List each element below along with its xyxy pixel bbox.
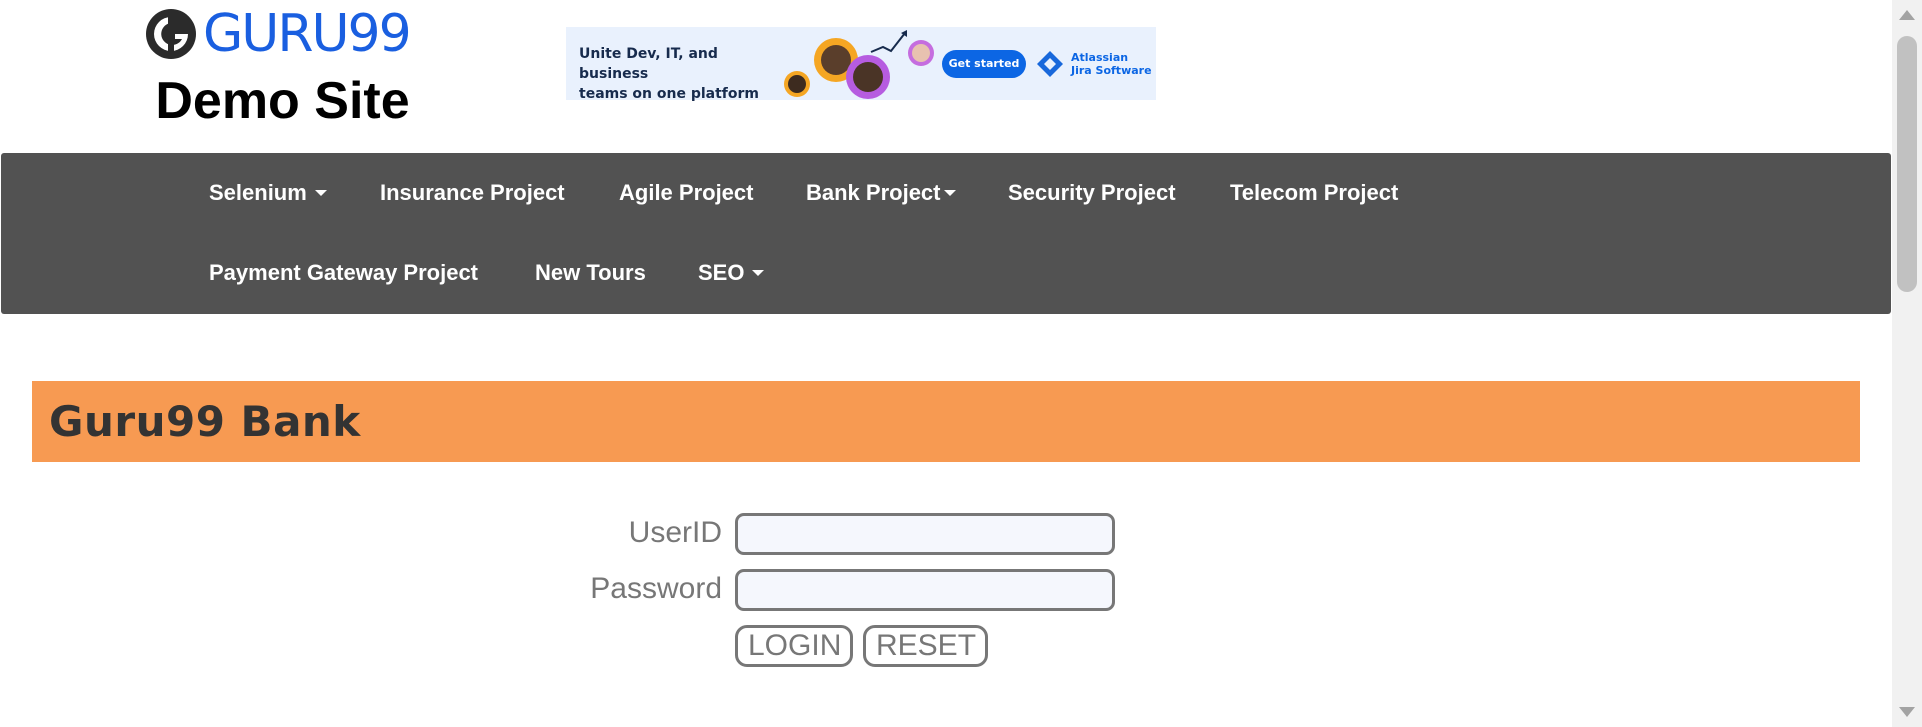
ad-brand-line-1: Atlassian <box>1071 51 1129 64</box>
ad-banner-people-illustration <box>784 30 934 99</box>
nav-item-label: Selenium <box>209 180 307 205</box>
userid-label: UserID <box>628 516 722 549</box>
nav-item-label: Insurance Project <box>380 180 565 205</box>
guru99-logo-icon <box>146 9 196 59</box>
reset-button[interactable]: RESET <box>863 625 988 667</box>
nav-item-payment-gateway-project[interactable]: Payment Gateway Project <box>209 260 478 286</box>
site-logo[interactable]: GURU99 Demo Site <box>145 6 420 129</box>
jira-diamond-icon <box>1037 51 1063 77</box>
ad-get-started-button[interactable]: Get started <box>942 50 1026 78</box>
nav-item-label: Agile Project <box>619 180 754 205</box>
logo-subtitle: Demo Site <box>155 72 410 130</box>
page-title-bar: Guru99 Bank <box>32 381 1860 462</box>
chevron-down-icon <box>943 190 956 197</box>
nav-item-new-tours[interactable]: New Tours <box>535 260 646 286</box>
nav-item-label: Payment Gateway Project <box>209 260 479 285</box>
scroll-down-arrow-icon[interactable] <box>1899 707 1915 717</box>
nav-item-label: Bank Project <box>806 180 941 205</box>
scrollbar-thumb[interactable] <box>1897 36 1917 292</box>
nav-item-telecom-project[interactable]: Telecom Project <box>1230 180 1398 206</box>
nav-item-label: SEO <box>698 260 745 285</box>
logo-wordmark: GURU99 <box>203 4 412 64</box>
login-button[interactable]: LOGIN <box>735 625 853 667</box>
nav-item-insurance-project[interactable]: Insurance Project <box>380 180 565 206</box>
nav-item-label: New Tours <box>535 260 646 285</box>
scroll-up-arrow-icon[interactable] <box>1899 10 1915 20</box>
nav-item-seo[interactable]: SEO <box>698 260 765 286</box>
nav-item-security-project[interactable]: Security Project <box>1008 180 1176 206</box>
password-input[interactable] <box>735 569 1115 611</box>
chevron-down-icon <box>314 190 327 197</box>
ad-banner-text: Unite Dev, IT, and business teams on one… <box>579 44 789 104</box>
vertical-scrollbar[interactable] <box>1892 0 1922 727</box>
main-nav: Selenium Insurance Project Agile Project… <box>1 153 1891 314</box>
page: GURU99 Demo Site Unite Dev, IT, and busi… <box>0 0 1892 727</box>
nav-item-label: Security Project <box>1008 180 1176 205</box>
ad-banner-line-1: Unite Dev, IT, and business <box>579 46 718 82</box>
nav-item-agile-project[interactable]: Agile Project <box>619 180 753 206</box>
nav-item-selenium[interactable]: Selenium <box>209 180 327 206</box>
ad-banner[interactable]: Unite Dev, IT, and business teams on one… <box>566 27 1156 102</box>
chevron-down-icon <box>752 270 765 277</box>
ad-brand-line-2: Jira Software <box>1071 64 1152 77</box>
ad-banner-line-2: teams on one platform <box>579 86 760 102</box>
password-label: Password <box>590 572 722 605</box>
ad-brand: Atlassian Jira Software <box>1036 47 1156 81</box>
userid-input[interactable] <box>735 513 1115 555</box>
nav-item-bank-project[interactable]: Bank Project <box>806 180 956 206</box>
page-title: Guru99 Bank <box>49 397 361 446</box>
nav-item-label: Telecom Project <box>1230 180 1399 205</box>
